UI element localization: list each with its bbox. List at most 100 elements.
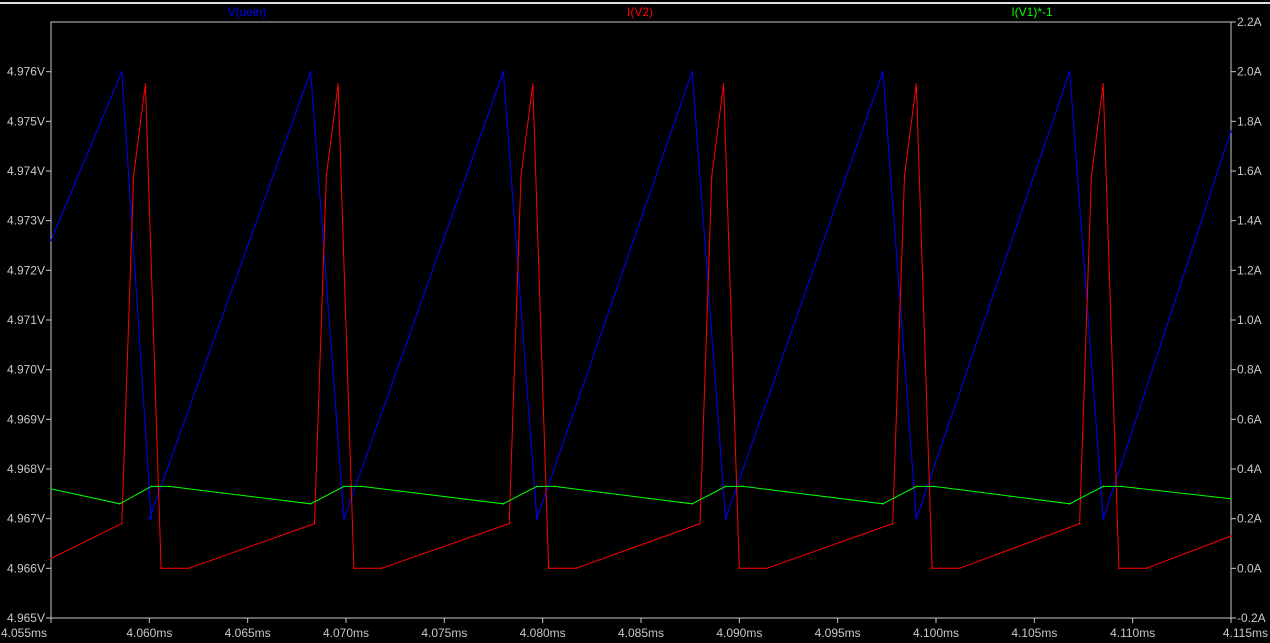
right-y-tick-label: 1.6A <box>1237 164 1262 178</box>
data-point <box>520 175 522 177</box>
right-y-tick-label: 1.2A <box>1237 263 1262 277</box>
data-point <box>958 567 961 570</box>
data-point <box>536 517 538 520</box>
right-y-tick-label: 1.8A <box>1237 114 1262 128</box>
x-tick-label: 4.105ms <box>1011 626 1057 640</box>
data-point <box>915 83 918 85</box>
data-point <box>699 522 701 525</box>
data-point <box>150 517 153 520</box>
x-tick-label: 4.115ms <box>1223 626 1268 640</box>
data-point <box>891 522 894 525</box>
data-point <box>50 557 52 560</box>
right-y-tick-label: 2.0A <box>1237 65 1262 79</box>
data-point <box>882 503 884 505</box>
data-point <box>1230 130 1232 133</box>
data-point <box>933 485 935 488</box>
data-point <box>1068 70 1071 73</box>
data-point <box>144 83 147 85</box>
data-point <box>1118 567 1120 570</box>
data-point <box>915 485 918 488</box>
left-y-tick-label: 4.965V <box>7 611 45 625</box>
data-point <box>132 175 135 177</box>
legend-entry[interactable]: I(V1)*-1 <box>1011 5 1053 19</box>
left-y-tick-label: 4.971V <box>7 313 45 327</box>
right-y-tick-label: -0.2A <box>1237 611 1266 625</box>
data-point <box>766 567 768 570</box>
data-point <box>903 175 906 177</box>
data-point <box>50 488 52 490</box>
data-point <box>502 70 505 73</box>
data-point <box>1230 498 1232 500</box>
data-point <box>508 522 511 525</box>
data-point <box>711 175 713 177</box>
legend-entry[interactable]: V(uein) <box>228 5 267 19</box>
data-point <box>742 485 745 488</box>
data-point <box>882 70 884 73</box>
right-y-tick-label: 0.8A <box>1237 363 1262 377</box>
data-point <box>532 83 534 85</box>
data-point <box>1068 503 1071 505</box>
right-y-tick-label: 0.2A <box>1237 512 1262 526</box>
right-y-tick-label: 0.6A <box>1237 412 1262 426</box>
x-tick-label: 4.055ms <box>1 626 47 640</box>
left-y-tick-label: 4.966V <box>7 561 45 575</box>
data-point <box>50 239 52 242</box>
data-point <box>575 567 577 570</box>
data-point <box>353 567 355 570</box>
left-y-tick-label: 4.968V <box>7 462 45 476</box>
right-y-tick-label: 1.4A <box>1237 214 1262 228</box>
x-tick-label: 4.110ms <box>1110 626 1155 640</box>
data-point <box>148 517 151 520</box>
right-y-tick-label: 1.0A <box>1237 313 1262 327</box>
data-point <box>691 70 693 73</box>
data-point <box>1230 535 1232 537</box>
data-point <box>724 485 727 488</box>
data-point <box>337 83 339 85</box>
data-point <box>168 485 170 488</box>
data-point <box>360 485 363 488</box>
legend-entry[interactable]: I(V2) <box>627 5 653 19</box>
data-point <box>121 70 123 73</box>
data-point <box>1102 517 1104 520</box>
right-y-tick-label: 0.0A <box>1237 561 1262 575</box>
x-tick-label: 4.080ms <box>520 626 566 640</box>
data-point <box>309 503 312 505</box>
data-point <box>187 567 190 570</box>
data-point <box>343 485 345 488</box>
left-y-tick-label: 4.976V <box>7 65 45 79</box>
data-point <box>119 503 121 505</box>
data-point <box>931 567 933 570</box>
data-point <box>1078 522 1081 525</box>
data-point <box>325 175 328 177</box>
data-point <box>1102 83 1104 85</box>
left-y-tick-label: 4.967V <box>7 512 45 526</box>
x-tick-label: 4.075ms <box>421 626 467 640</box>
data-point <box>150 485 153 488</box>
data-point <box>691 503 693 505</box>
data-point <box>738 567 741 570</box>
data-point <box>1120 485 1122 488</box>
left-y-tick-label: 4.973V <box>7 214 45 228</box>
data-point <box>313 522 316 525</box>
data-point <box>121 522 123 525</box>
data-point <box>160 567 162 570</box>
data-point <box>1090 175 1093 177</box>
right-y-tick-label: 0.4A <box>1237 462 1262 476</box>
data-point <box>380 567 383 570</box>
x-tick-label: 4.085ms <box>618 626 664 640</box>
data-point <box>343 517 345 520</box>
left-y-tick-label: 4.975V <box>7 114 45 128</box>
waveform-plot[interactable]: 4.055ms 4.060ms 4.065ms 4.070ms 4.075ms 4.080… <box>0 0 1270 643</box>
data-point <box>309 70 312 73</box>
x-tick-label: 4.070ms <box>323 626 369 640</box>
data-point <box>502 503 505 505</box>
left-y-tick-label: 4.972V <box>7 263 45 277</box>
data-point <box>722 83 725 85</box>
data-point <box>553 485 556 488</box>
x-tick-label: 4.090ms <box>716 626 762 640</box>
data-point <box>1145 567 1148 570</box>
x-tick-label: 4.100ms <box>913 626 959 640</box>
left-y-tick-label: 4.970V <box>7 363 45 377</box>
x-tick-label: 4.060ms <box>126 626 172 640</box>
x-tick-label: 4.095ms <box>815 626 861 640</box>
